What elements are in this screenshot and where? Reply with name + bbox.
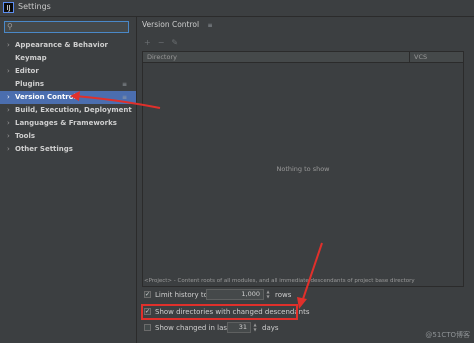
limit-history-label: Limit history to: [155, 291, 211, 299]
project-roots-note: <Project> - Content roots of all modules… [144, 278, 415, 284]
search-icon: ⚲ [7, 22, 13, 31]
remove-icon[interactable]: − [158, 38, 172, 47]
sidebar-item-editor[interactable]: › Editor [0, 65, 136, 78]
sidebar-item-label: Languages & Frameworks [15, 119, 117, 127]
title-bar: IJ Settings [0, 0, 474, 17]
empty-state-text: Nothing to show [276, 165, 330, 173]
project-level-icon: ≡ [121, 81, 127, 88]
sidebar-item-label: Appearance & Behavior [15, 41, 108, 49]
limit-history-row: ✓ Limit history to: 1,000 ▲ ▼ rows [144, 289, 344, 301]
version-control-panel: Version Control ≡ +−✎ Directory VCS Noth… [137, 17, 474, 343]
chevron-right-icon[interactable]: › [7, 65, 10, 78]
show-changed-label: Show changed in last [155, 324, 230, 332]
window-title: Settings [18, 2, 51, 11]
annotation-highlight-box [141, 304, 298, 320]
app-icon: IJ [3, 2, 14, 13]
column-header-directory[interactable]: Directory [147, 52, 177, 62]
sidebar-item-label: Other Settings [15, 145, 73, 153]
sidebar-item-label: Plugins [15, 80, 45, 88]
chevron-right-icon[interactable]: › [7, 39, 10, 52]
sidebar-item-version-control[interactable]: › Version Control ≡ [0, 91, 136, 104]
settings-tree: › Appearance & Behavior Keymap › Editor … [0, 39, 136, 156]
project-level-icon: ≡ [121, 94, 127, 101]
mapping-toolbar: +−✎ [144, 38, 185, 47]
sidebar-item-languages-frameworks[interactable]: › Languages & Frameworks [0, 117, 136, 130]
search-input[interactable]: ⚲ [4, 21, 129, 33]
chevron-right-icon[interactable]: › [7, 143, 10, 156]
sidebar-item-keymap[interactable]: Keymap [0, 52, 136, 65]
spinner-arrows-icon[interactable]: ▲ ▼ [252, 322, 258, 333]
spinner-arrows-icon[interactable]: ▲ ▼ [265, 289, 271, 300]
project-level-icon: ≡ [207, 22, 213, 29]
table-header: Directory VCS [143, 52, 463, 63]
edit-icon[interactable]: ✎ [171, 38, 185, 47]
show-changed-unit: days [262, 324, 279, 332]
limit-history-input[interactable]: 1,000 [206, 289, 264, 300]
settings-sidebar: ⚲ › Appearance & Behavior Keymap › Edito… [0, 17, 137, 343]
chevron-right-icon[interactable]: › [7, 91, 10, 104]
show-changed-checkbox[interactable] [144, 324, 151, 331]
page-title-text: Version Control [142, 20, 200, 29]
sidebar-item-label: Tools [15, 132, 36, 140]
sidebar-item-label: Version Control [15, 93, 76, 101]
sidebar-item-appearance-behavior[interactable]: › Appearance & Behavior [0, 39, 136, 52]
add-icon[interactable]: + [144, 38, 158, 47]
vcs-mappings-table[interactable]: Directory VCS Nothing to show [142, 51, 464, 287]
sidebar-item-tools[interactable]: › Tools [0, 130, 136, 143]
show-changed-input[interactable]: 31 [227, 322, 251, 333]
sidebar-item-other-settings[interactable]: › Other Settings [0, 143, 136, 156]
chevron-right-icon[interactable]: › [7, 130, 10, 143]
sidebar-item-label: Editor [15, 67, 39, 75]
column-header-vcs[interactable]: VCS [414, 52, 427, 62]
sidebar-item-label: Build, Execution, Deployment [15, 106, 132, 114]
sidebar-item-label: Keymap [15, 54, 47, 62]
chevron-right-icon[interactable]: › [7, 104, 10, 117]
show-changed-row: Show changed in last 31 ▲ ▼ days [144, 322, 294, 334]
page-title: Version Control ≡ [142, 20, 213, 29]
column-divider[interactable] [409, 52, 410, 62]
chevron-right-icon[interactable]: › [7, 117, 10, 130]
limit-history-unit: rows [275, 291, 292, 299]
limit-history-checkbox[interactable]: ✓ [144, 291, 151, 298]
sidebar-item-build-execution-deployment[interactable]: › Build, Execution, Deployment [0, 104, 136, 117]
watermark: @51CTO博客 [425, 331, 470, 339]
sidebar-item-plugins[interactable]: Plugins ≡ [0, 78, 136, 91]
